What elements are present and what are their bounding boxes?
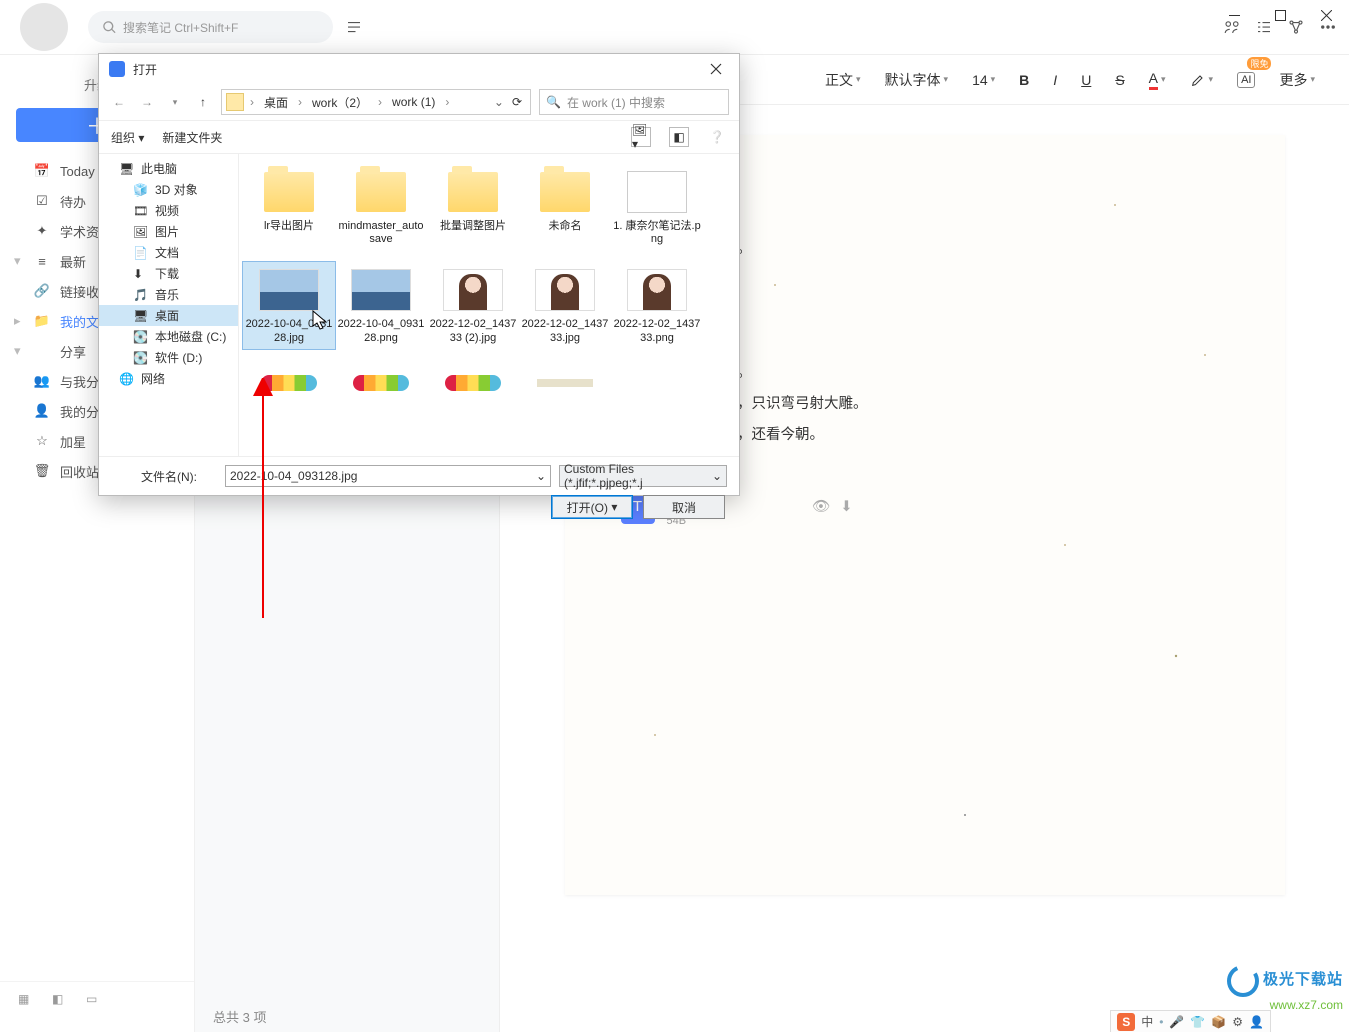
- window-controls: [1211, 0, 1349, 30]
- grid-view-icon[interactable]: ◧: [52, 992, 68, 1008]
- paragraph-style-select[interactable]: 正文▾: [821, 66, 865, 94]
- watermark: 极光下载站 www.xz7.com: [1226, 964, 1343, 1012]
- ai-button[interactable]: AI限免: [1233, 68, 1259, 92]
- dialog-tree[interactable]: 🖥此电脑🧊3D 对象🎞视频🖼图片📄文档⬇下载🎵音乐🖥桌面💽本地磁盘 (C:)💽软…: [99, 154, 239, 456]
- sidebar-footer: ▦ ◧ ▭: [0, 981, 194, 1022]
- strikethrough-button[interactable]: S: [1111, 68, 1128, 92]
- tree-item[interactable]: ⬇下载: [99, 263, 238, 284]
- file-item[interactable]: 2022-10-04_093128.png: [335, 262, 427, 348]
- filename-label: 文件名(N):: [111, 468, 217, 485]
- file-open-dialog: 打开 ← → ▾ ↑ ›桌面 ›work（2） ›work (1) › ⌄ ⟳ …: [98, 53, 740, 496]
- font-family-select[interactable]: 默认字体▾: [881, 66, 953, 94]
- search-input[interactable]: 搜索笔记 Ctrl+Shift+F: [88, 11, 333, 43]
- nav-forward-button: →: [137, 92, 157, 112]
- preview-pane-button[interactable]: ◧: [669, 127, 689, 147]
- underline-button[interactable]: U: [1077, 68, 1095, 92]
- file-item[interactable]: 1. 康奈尔笔记法.png: [611, 164, 703, 250]
- file-item[interactable]: [519, 355, 611, 415]
- tree-item[interactable]: 🖥此电脑: [99, 158, 238, 179]
- tree-item[interactable]: 📄文档: [99, 242, 238, 263]
- file-item[interactable]: 2022-12-02_143733 (2).jpg: [427, 262, 519, 348]
- tree-item[interactable]: 🖼图片: [99, 221, 238, 242]
- file-item[interactable]: [243, 355, 335, 415]
- file-item[interactable]: [335, 355, 427, 415]
- tree-item[interactable]: 🧊3D 对象: [99, 179, 238, 200]
- file-item[interactable]: 2022-12-02_143733.png: [611, 262, 703, 348]
- folder-icon: [226, 93, 244, 111]
- dialog-app-icon: [109, 61, 125, 77]
- file-item[interactable]: 2022-10-04_093128.jpg: [243, 262, 335, 348]
- tree-item[interactable]: 🎞视频: [99, 200, 238, 221]
- highlight-button[interactable]: ▾: [1186, 68, 1218, 92]
- help-button[interactable]: ❔: [707, 127, 727, 147]
- breadcrumb-bar[interactable]: ›桌面 ›work（2） ›work (1) › ⌄ ⟳: [221, 89, 531, 115]
- search-placeholder: 搜索笔记 Ctrl+Shift+F: [123, 19, 238, 36]
- dialog-nav: ← → ▾ ↑ ›桌面 ›work（2） ›work (1) › ⌄ ⟳ 🔍 在…: [99, 84, 739, 120]
- nav-up-button[interactable]: ↑: [193, 92, 213, 112]
- more-toolbar-button[interactable]: 更多▾: [1275, 66, 1319, 94]
- list-view-icon[interactable]: ▦: [18, 992, 34, 1008]
- file-item[interactable]: [427, 355, 519, 415]
- tree-item[interactable]: 🖥桌面: [99, 305, 238, 326]
- font-size-select[interactable]: 14▾: [968, 68, 999, 92]
- breadcrumb-dropdown-icon[interactable]: ⌄: [494, 95, 504, 109]
- tree-item[interactable]: 💽软件 (D:): [99, 347, 238, 368]
- italic-button[interactable]: I: [1049, 68, 1061, 92]
- panel-view-icon[interactable]: ▭: [86, 992, 102, 1008]
- tree-item[interactable]: 🎵音乐: [99, 284, 238, 305]
- view-mode-button[interactable]: 🖼 ▾: [631, 127, 651, 147]
- dialog-search-input[interactable]: 🔍 在 work (1) 中搜索: [539, 89, 729, 115]
- filename-input[interactable]: 2022-10-04_093128.jpg⌄: [225, 465, 551, 487]
- app-header: 搜索笔记 Ctrl+Shift+F: [0, 0, 1349, 55]
- minimize-button[interactable]: [1211, 0, 1257, 30]
- new-folder-button[interactable]: 新建文件夹: [162, 129, 222, 146]
- close-button[interactable]: [1303, 0, 1349, 30]
- dialog-close-button[interactable]: [703, 56, 729, 82]
- file-item[interactable]: 未命名: [519, 164, 611, 250]
- ime-toolbar[interactable]: S 中 •🎤👕📦⚙👤: [1110, 1010, 1271, 1032]
- file-item[interactable]: lr导出图片: [243, 164, 335, 250]
- dialog-title: 打开: [133, 61, 703, 78]
- maximize-button[interactable]: [1257, 0, 1303, 30]
- refresh-icon[interactable]: ⟳: [512, 95, 522, 109]
- note-count: 总共 3 项: [213, 1007, 266, 1026]
- dialog-footer: 文件名(N): 2022-10-04_093128.jpg⌄ Custom Fi…: [99, 456, 739, 527]
- cancel-button[interactable]: 取消: [643, 495, 725, 519]
- font-color-button[interactable]: A▾: [1145, 66, 1170, 94]
- dialog-toolbar: 组织 ▾ 新建文件夹 🖼 ▾ ◧ ❔: [99, 120, 739, 154]
- nav-recent-dropdown[interactable]: ▾: [165, 92, 185, 112]
- collapse-icon[interactable]: [343, 16, 365, 38]
- preview-icon[interactable]: 👁: [812, 493, 830, 522]
- file-item[interactable]: 批量调整图片: [427, 164, 519, 250]
- file-item[interactable]: mindmaster_autosave: [335, 164, 427, 250]
- file-item[interactable]: 2022-12-02_143733.jpg: [519, 262, 611, 348]
- organize-menu[interactable]: 组织 ▾: [111, 129, 144, 146]
- dialog-titlebar: 打开: [99, 54, 739, 84]
- tree-item[interactable]: 🌐网络: [99, 368, 238, 389]
- nav-back-button[interactable]: ←: [109, 92, 129, 112]
- tree-item[interactable]: 💽本地磁盘 (C:): [99, 326, 238, 347]
- avatar[interactable]: [20, 3, 68, 51]
- download-icon[interactable]: ⬇: [840, 493, 852, 522]
- dialog-file-grid[interactable]: lr导出图片mindmaster_autosave批量调整图片未命名1. 康奈尔…: [239, 154, 739, 456]
- search-icon: 🔍: [546, 95, 561, 109]
- bold-button[interactable]: B: [1015, 68, 1033, 92]
- filetype-select[interactable]: Custom Files (*.jfif;*.pjpeg;*.j⌄: [559, 465, 727, 487]
- open-button[interactable]: 打开(O) ▾: [551, 495, 633, 519]
